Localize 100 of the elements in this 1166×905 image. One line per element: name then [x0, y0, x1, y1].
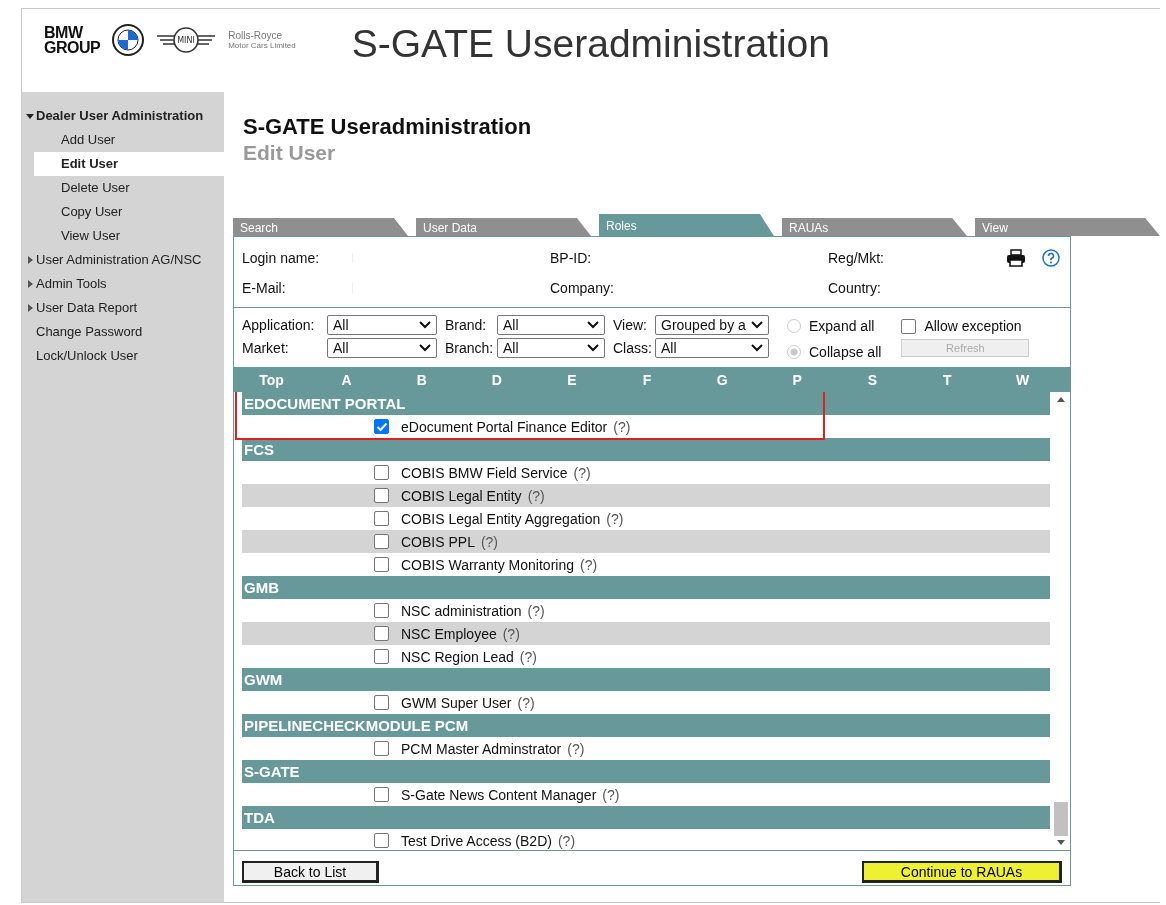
- radio-button[interactable]: [787, 345, 801, 359]
- role-label: eDocument Portal Finance Editor: [401, 418, 608, 435]
- help-link[interactable]: (?): [580, 556, 598, 573]
- role-label: NSC Region Lead: [401, 648, 514, 665]
- sidebar-item[interactable]: Dealer User Administration: [22, 104, 224, 128]
- dropdown[interactable]: All: [497, 338, 605, 358]
- continue-button[interactable]: Continue to RAUAs: [862, 861, 1062, 883]
- chevron-down-icon: [751, 344, 763, 352]
- rolls-royce-logo: Rolls-Royce Motor Cars Limited: [228, 30, 296, 50]
- scrollbar-thumb[interactable]: [1054, 802, 1068, 836]
- radio-label: Expand all: [809, 318, 875, 334]
- page-subtitle: Edit User: [243, 140, 337, 166]
- checkbox[interactable]: [374, 787, 389, 802]
- scroll-down-icon[interactable]: [1057, 840, 1065, 846]
- help-link[interactable]: (?): [519, 648, 537, 665]
- checkbox[interactable]: [901, 318, 917, 334]
- filter-label: Class:: [613, 340, 653, 356]
- checkbox[interactable]: [374, 741, 389, 756]
- radio-button[interactable]: [787, 319, 801, 333]
- help-link[interactable]: (?): [527, 602, 545, 619]
- sidebar-subitem[interactable]: Edit User: [34, 152, 224, 176]
- dropdown[interactable]: All: [327, 338, 437, 358]
- help-link[interactable]: (?): [480, 533, 499, 550]
- sidebar-subitem[interactable]: Add User: [34, 128, 224, 152]
- help-link[interactable]: (?): [573, 464, 591, 481]
- role-label: NSC Employee: [401, 625, 497, 642]
- dropdown[interactable]: All: [655, 338, 769, 358]
- checkmark-icon: [375, 421, 388, 432]
- role-label: COBIS Legal Entity Aggregation: [401, 510, 601, 527]
- sidebar-item[interactable]: Lock/Unlock User: [22, 344, 224, 368]
- collapse-arrow-icon: [26, 304, 34, 312]
- checkbox[interactable]: [374, 603, 389, 618]
- filter-label: Market:: [242, 340, 290, 356]
- help-link[interactable]: (?): [527, 487, 545, 504]
- checkbox[interactable]: [374, 488, 389, 503]
- field-label: Company:: [550, 280, 615, 296]
- sidebar-item[interactable]: User Administration AG/NSC: [22, 248, 224, 272]
- field-label: BP-ID:: [550, 250, 593, 266]
- group-header: EDOCUMENT PORTAL: [242, 392, 1050, 415]
- checkbox[interactable]: [374, 557, 389, 572]
- radio-label: Collapse all: [809, 344, 882, 360]
- role-label: COBIS Legal Entity: [401, 487, 522, 504]
- app-title: S-GATE Useradministration: [351, 21, 830, 67]
- help-icon[interactable]: [1042, 249, 1060, 267]
- checkbox[interactable]: [374, 833, 389, 848]
- sidebar-item[interactable]: Change Password: [22, 320, 224, 344]
- checkbox[interactable]: [374, 695, 389, 710]
- role-label: COBIS BMW Field Service: [401, 464, 568, 481]
- sidebar-subitem[interactable]: Copy User: [34, 200, 224, 224]
- print-icon[interactable]: [1006, 249, 1026, 267]
- role-label: PCM Master Adminstrator: [401, 740, 562, 757]
- checkbox[interactable]: [374, 626, 389, 641]
- help-link[interactable]: (?): [557, 832, 576, 849]
- sidebar-item[interactable]: Admin Tools: [22, 272, 224, 296]
- roundel-logo-icon: [112, 24, 145, 56]
- dropdown[interactable]: All: [327, 315, 437, 335]
- help-link[interactable]: (?): [517, 694, 535, 711]
- scroll-up-icon[interactable]: [1057, 396, 1065, 402]
- group-header: GWM: [242, 668, 1050, 691]
- dropdown[interactable]: All: [497, 315, 605, 335]
- group-header: GMB: [242, 576, 1050, 599]
- role-label: COBIS Warranty Monitoring: [401, 556, 574, 573]
- field-label: Country:: [828, 280, 882, 296]
- checkbox[interactable]: [374, 534, 389, 549]
- back-button[interactable]: Back to List: [242, 861, 379, 883]
- filter-label: View:: [613, 317, 648, 333]
- chevron-down-icon: [419, 344, 431, 352]
- role-label: GWM Super User: [401, 694, 512, 711]
- group-header: FCS: [242, 438, 1050, 461]
- page-title: S-GATE Useradministration: [243, 114, 533, 140]
- filter-label: Branch:: [445, 340, 495, 356]
- role-label: COBIS PPL: [401, 533, 475, 550]
- checkbox[interactable]: [374, 419, 389, 434]
- group-header: S-GATE: [242, 760, 1050, 783]
- help-link[interactable]: (?): [613, 418, 631, 435]
- help-link[interactable]: (?): [502, 625, 520, 642]
- role-label: NSC administration: [401, 602, 522, 619]
- collapse-arrow-icon: [26, 280, 34, 288]
- checkbox-label: Allow exception: [924, 318, 1022, 334]
- chevron-down-icon: [587, 344, 599, 352]
- filter-label: Brand:: [445, 317, 488, 333]
- help-link[interactable]: (?): [602, 786, 620, 803]
- role-label: S-Gate News Content Manager: [401, 786, 597, 803]
- checkbox[interactable]: [374, 649, 389, 664]
- sidebar-subitem[interactable]: Delete User: [34, 176, 224, 200]
- field-label: Login name:: [242, 250, 321, 266]
- expand-arrow-icon: [26, 112, 34, 120]
- checkbox[interactable]: [374, 511, 389, 526]
- chevron-down-icon: [419, 321, 431, 329]
- sidebar-item[interactable]: User Data Report: [22, 296, 224, 320]
- sidebar-subitem[interactable]: View User: [34, 224, 224, 248]
- checkbox[interactable]: [374, 465, 389, 480]
- group-header: PIPELINECHECKMODULE PCM: [242, 714, 1050, 737]
- role-label: Test Drive Access (B2D): [401, 832, 552, 849]
- help-link[interactable]: (?): [606, 510, 624, 527]
- chevron-down-icon: [751, 321, 763, 329]
- field-label: Reg/Mkt:: [828, 250, 885, 266]
- dropdown[interactable]: Grouped by a: [655, 315, 769, 335]
- chevron-down-icon: [587, 321, 599, 329]
- help-link[interactable]: (?): [567, 740, 585, 757]
